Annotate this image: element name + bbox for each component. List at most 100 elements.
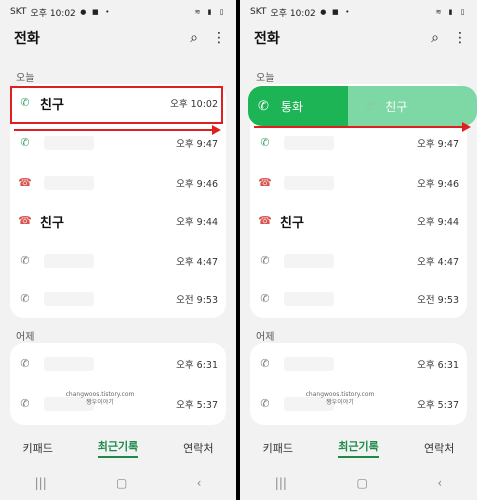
swipe-action-row[interactable]: ✆ 통화 ✆ 친구 [248,86,477,126]
section-today-label: 오늘 [256,73,275,84]
outgoing-call-icon: ✆ [260,292,270,305]
swipe-contact-name: 친구 [385,99,408,114]
phone-icon: ✆ [258,98,269,114]
recent-apps-icon[interactable]: ||| [275,476,287,490]
call-log-row[interactable]: ✆ 오후 4:47 [250,242,467,280]
bottom-nav: 키패드 최근기록 연락처 [240,436,477,460]
watermark-line2: 짱우이야기 [326,399,354,406]
system-nav: ||| ▢ ‹ [240,474,477,492]
tab-recents[interactable]: 최근기록 [338,438,379,458]
tab-keypad[interactable]: 키패드 [22,440,52,456]
swipe-call-action[interactable]: ✆ 통화 [248,86,348,126]
call-time: 오후 9:46 [417,179,459,190]
call-time: 오전 9:53 [176,295,218,306]
call-time: 오후 9:47 [417,139,459,150]
swipe-contact-row[interactable]: ✆ 친구 [348,86,477,126]
call-time: 오전 9:53 [417,295,459,306]
outgoing-call-icon: ✆ [260,254,270,267]
blurred-name [44,136,94,150]
phone-screen-right: SKT 오후 10:02 ● ■ • ≋ ▮ ▯ 전화 ⌕ ⋮ 오늘 ✆ 오후 … [240,0,477,500]
phone-screen-left: SKT 오후 10:02 ● ■ • ≋ ▮ ▯ 전화 ⌕ ⋮ 오늘 ✆ 친구 … [0,0,236,500]
page-title: 전화 [14,31,40,47]
missed-call-icon: ☎ [258,176,272,189]
status-bar: SKT 오후 10:02 ● ■ • ≋ ▮ ▯ [10,6,226,19]
swipe-arrow-head [212,125,221,135]
app-bar: 전화 ⌕ ⋮ [254,28,467,48]
status-carrier: SKT [250,7,267,17]
incoming-call-icon: ✆ [260,136,270,149]
blurred-name [284,176,334,190]
outgoing-call-icon: ✆ [20,357,30,370]
tab-contacts[interactable]: 연락처 [183,440,213,456]
call-log-row[interactable]: ✆ 오전 9:53 [250,280,467,318]
outgoing-call-icon: ✆ [260,397,270,410]
tab-recents[interactable]: 최근기록 [97,438,139,458]
call-log-row[interactable]: ✆ 오후 6:31 [250,345,467,383]
battery-icon: ▯ [460,8,465,16]
message-icon: ● [320,8,327,16]
search-icon[interactable]: ⌕ [190,30,198,46]
missed-call-icon: ☎ [258,214,272,227]
highlight-box [10,86,223,124]
screenshot-composite: SKT 오후 10:02 ● ■ • ≋ ▮ ▯ 전화 ⌕ ⋮ 오늘 ✆ 친구 … [0,0,477,500]
notification-icon: ■ [331,8,339,16]
battery-icon: ▯ [219,8,224,16]
watermark-line2: 짱우이야기 [86,399,114,406]
more-vert-icon[interactable]: ⋮ [453,30,467,46]
incoming-call-icon: ✆ [366,99,376,113]
incoming-call-icon: ✆ [20,136,30,149]
blurred-name [284,292,334,306]
call-log-row[interactable]: ☎ 오후 9:46 [250,164,467,202]
call-log-row[interactable]: ✆ 오후 6:31 [10,345,226,383]
call-log-row[interactable]: ✆ 오후 4:47 [10,242,226,280]
call-log-row[interactable]: ☎ 친구 오후 9:44 [250,202,467,240]
missed-call-icon: ☎ [18,176,32,189]
dot-icon: • [105,8,110,16]
recent-apps-icon[interactable]: ||| [35,476,47,490]
swipe-arrow-line [254,126,464,128]
home-icon[interactable]: ▢ [116,476,127,490]
back-icon[interactable]: ‹ [197,476,202,490]
blurred-name [284,357,334,371]
missed-call-icon: ☎ [18,214,32,227]
signal-icon: ▮ [207,8,212,16]
dot-icon: • [345,8,350,16]
blurred-name [284,136,334,150]
more-vert-icon[interactable]: ⋮ [212,30,226,46]
call-time: 오후 5:37 [176,400,218,411]
swipe-call-label: 통화 [280,99,303,114]
call-time: 오후 6:31 [417,360,459,371]
call-log-row[interactable]: ✆ 오후 9:47 [250,124,467,162]
swipe-arrow-line [14,129,214,131]
call-log-row[interactable]: ☎ 오후 9:46 [10,164,226,202]
watermark-line1: changwoos.tistory.com [305,391,375,398]
status-time: 오후 10:02 [270,8,316,19]
outgoing-call-icon: ✆ [20,397,30,410]
status-carrier: SKT [10,7,27,17]
app-bar: 전화 ⌕ ⋮ [14,28,226,48]
call-time: 오후 9:46 [176,179,218,190]
tab-contacts[interactable]: 연락처 [424,440,454,456]
contact-name: 친구 [280,215,304,231]
back-icon[interactable]: ‹ [437,476,442,490]
watermark: changwoos.tistory.com 짱우이야기 [290,391,390,407]
call-log-row[interactable]: ☎ 친구 오후 9:44 [10,202,226,240]
tab-keypad[interactable]: 키패드 [263,440,293,456]
notification-icon: ■ [91,8,99,16]
section-yesterday-label: 어제 [256,332,275,343]
call-log-row[interactable]: ✆ 오전 9:53 [10,280,226,318]
message-icon: ● [80,8,87,16]
search-icon[interactable]: ⌕ [431,30,439,46]
status-bar: SKT 오후 10:02 ● ■ • ≋ ▮ ▯ [250,6,467,19]
wifi-icon: ≋ [435,8,442,16]
system-nav: ||| ▢ ‹ [0,474,236,492]
call-time: 오후 6:31 [176,360,218,371]
swipe-arrow-head [462,122,471,132]
call-time: 오후 9:44 [176,217,218,228]
status-time: 오후 10:02 [30,8,76,19]
call-time: 오후 9:47 [176,139,218,150]
blurred-name [44,176,94,190]
call-time: 오후 4:47 [417,257,459,268]
home-icon[interactable]: ▢ [356,476,367,490]
call-time: 오후 4:47 [176,257,218,268]
